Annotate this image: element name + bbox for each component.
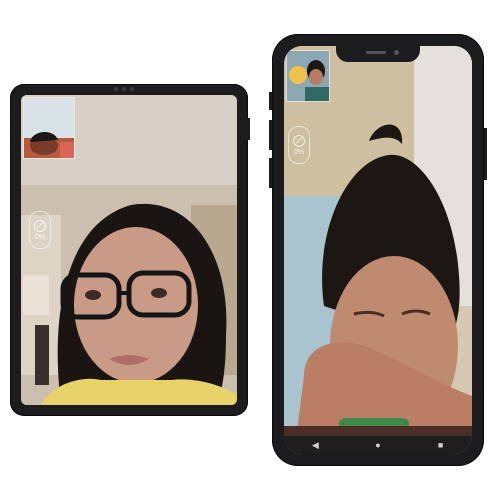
tablet-self-view-pip[interactable] — [23, 97, 75, 159]
tablet-battery-saver-indicator: 0% — [29, 211, 51, 249]
home-circle-icon[interactable]: ● — [366, 440, 390, 450]
tablet-self-view-feed — [24, 98, 74, 158]
phone-device: 0% ◀ ● ■ — [272, 34, 484, 466]
tablet-screen: 0% — [21, 95, 237, 405]
phone-video-feed — [284, 46, 472, 454]
battery-saver-icon — [34, 219, 46, 232]
phone-power-button — [484, 128, 487, 180]
recents-square-icon[interactable]: ■ — [429, 440, 453, 450]
tablet-battery-percent: 0% — [34, 233, 46, 241]
phone-notch — [336, 46, 420, 62]
phone-self-view-feed — [287, 51, 329, 101]
tablet-camera — [114, 87, 134, 91]
phone-self-view-pip[interactable] — [286, 50, 330, 102]
tablet-side-button — [247, 118, 250, 140]
phone-battery-percent: 0% — [293, 148, 305, 156]
phone-battery-saver-indicator: 0% — [288, 126, 310, 164]
android-nav-bar: ◀ ● ■ — [284, 436, 472, 454]
battery-saver-icon — [293, 134, 305, 147]
back-triangle-icon[interactable]: ◀ — [303, 440, 327, 451]
phone-screen: 0% ◀ ● ■ — [284, 46, 472, 454]
tablet-device: 0% — [10, 84, 248, 416]
